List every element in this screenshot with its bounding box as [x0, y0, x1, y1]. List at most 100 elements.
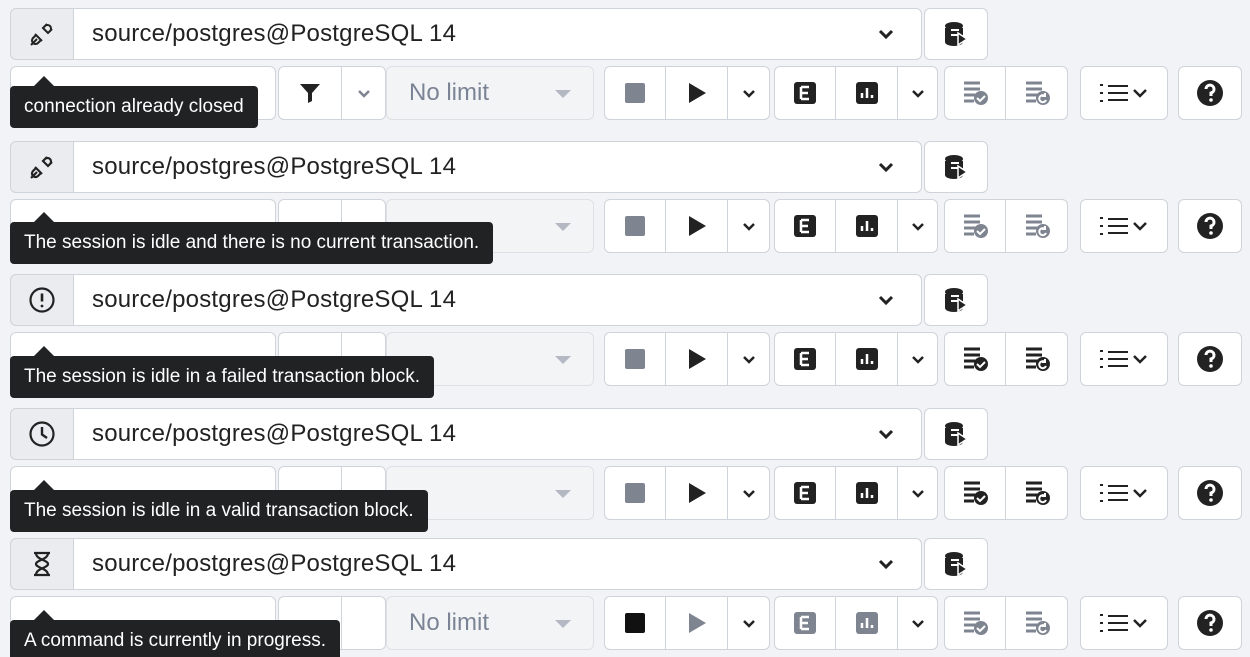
explain-analyze-button[interactable] — [836, 199, 898, 253]
stop-icon — [625, 613, 645, 633]
execute-button[interactable] — [666, 66, 728, 120]
execute-button[interactable] — [666, 596, 728, 650]
execute-button[interactable] — [666, 466, 728, 520]
chart-bar-icon — [855, 482, 878, 504]
filter-dropdown-button[interactable] — [342, 66, 386, 120]
help-icon — [1197, 610, 1223, 636]
explain-analyze-button[interactable] — [836, 466, 898, 520]
disconnected-plug-icon — [30, 23, 53, 46]
explain-options-button[interactable] — [898, 332, 938, 386]
help-button[interactable] — [1178, 332, 1242, 386]
connection-status-button[interactable] — [10, 538, 74, 590]
rollback-button[interactable] — [1006, 466, 1068, 520]
connection-select[interactable]: source/postgres@PostgreSQL 14 — [74, 8, 922, 60]
connection-status-button[interactable] — [10, 141, 74, 193]
stop-button[interactable] — [604, 332, 666, 386]
commit-button[interactable] — [944, 466, 1006, 520]
connection-select[interactable]: source/postgres@PostgreSQL 14 — [74, 408, 922, 460]
connection-select[interactable]: source/postgres@PostgreSQL 14 — [74, 141, 922, 193]
database-arrow-icon — [945, 155, 969, 180]
caret-down-icon — [555, 356, 571, 364]
rollback-button[interactable] — [1006, 596, 1068, 650]
caret-down-icon — [555, 620, 571, 628]
explain-options-button[interactable] — [898, 596, 938, 650]
macros-button[interactable] — [1080, 199, 1168, 253]
query-toolbar-section: source/postgres@PostgreSQL 14 No limit — [0, 0, 1250, 132]
explain-options-button[interactable] — [898, 199, 938, 253]
execute-button[interactable] — [666, 332, 728, 386]
explain-button[interactable] — [774, 596, 836, 650]
connection-select[interactable]: source/postgres@PostgreSQL 14 — [74, 538, 922, 590]
database-check-icon — [964, 347, 988, 371]
chevron-down-icon — [911, 356, 924, 364]
status-tooltip: The session is idle in a valid transacti… — [10, 480, 428, 532]
connection-select[interactable]: source/postgres@PostgreSQL 14 — [74, 274, 922, 326]
explain-options-button[interactable] — [898, 66, 938, 120]
help-button[interactable] — [1178, 596, 1242, 650]
explain-options-button[interactable] — [898, 466, 938, 520]
numbered-list-icon — [1100, 484, 1147, 502]
query-toolbar-section: source/postgres@PostgreSQL 14 No limit — [0, 530, 1250, 657]
explain-analyze-button[interactable] — [836, 66, 898, 120]
commit-button[interactable] — [944, 332, 1006, 386]
query-toolbar-section: source/postgres@PostgreSQL 14 The sessio… — [0, 133, 1250, 265]
row-limit-select[interactable]: No limit — [386, 66, 594, 120]
row-limit-value: No limit — [409, 609, 490, 636]
explain-button[interactable] — [774, 199, 836, 253]
new-connection-button[interactable] — [924, 538, 988, 590]
filter-dropdown-button[interactable] — [342, 596, 386, 650]
explain-analyze-button[interactable] — [836, 596, 898, 650]
execute-options-button[interactable] — [728, 332, 770, 386]
connection-label: source/postgres@PostgreSQL 14 — [92, 286, 457, 313]
explain-button[interactable] — [774, 466, 836, 520]
new-connection-button[interactable] — [924, 274, 988, 326]
row-limit-select[interactable]: No limit — [386, 596, 594, 650]
explain-analyze-button[interactable] — [836, 332, 898, 386]
connection-status-button[interactable] — [10, 8, 74, 60]
connection-status-button[interactable] — [10, 408, 74, 460]
rollback-button[interactable] — [1006, 66, 1068, 120]
macros-button[interactable] — [1080, 466, 1168, 520]
database-check-icon — [964, 81, 988, 105]
commit-button[interactable] — [944, 199, 1006, 253]
execute-options-button[interactable] — [728, 466, 770, 520]
explain-icon — [794, 215, 816, 237]
macros-button[interactable] — [1080, 332, 1168, 386]
stop-button[interactable] — [604, 199, 666, 253]
chart-bar-icon — [855, 612, 878, 634]
execute-button[interactable] — [666, 199, 728, 253]
macros-button[interactable] — [1080, 596, 1168, 650]
new-connection-button[interactable] — [924, 408, 988, 460]
explain-icon — [794, 82, 816, 104]
explain-button[interactable] — [774, 332, 836, 386]
commit-button[interactable] — [944, 66, 1006, 120]
status-tooltip: The session is idle in a failed transact… — [10, 346, 435, 398]
execute-options-button[interactable] — [728, 66, 770, 120]
execute-options-button[interactable] — [728, 596, 770, 650]
caret-down-icon — [555, 490, 571, 498]
macros-button[interactable] — [1080, 66, 1168, 120]
database-check-icon — [964, 611, 988, 635]
filter-button[interactable] — [278, 66, 342, 120]
help-button[interactable] — [1178, 66, 1242, 120]
chevron-down-icon — [742, 490, 755, 498]
execute-options-button[interactable] — [728, 199, 770, 253]
stop-button[interactable] — [604, 466, 666, 520]
help-button[interactable] — [1178, 199, 1242, 253]
rollback-button[interactable] — [1006, 199, 1068, 253]
rollback-button[interactable] — [1006, 332, 1068, 386]
new-connection-button[interactable] — [924, 141, 988, 193]
stop-button[interactable] — [604, 596, 666, 650]
commit-button[interactable] — [944, 596, 1006, 650]
connection-status-button[interactable] — [10, 274, 74, 326]
play-icon — [688, 83, 706, 103]
explain-button[interactable] — [774, 66, 836, 120]
stop-button[interactable] — [604, 66, 666, 120]
help-icon — [1197, 80, 1223, 106]
database-arrow-icon — [945, 22, 969, 47]
chevron-down-icon — [357, 90, 370, 98]
database-arrow-icon — [945, 552, 969, 577]
new-connection-button[interactable] — [924, 8, 988, 60]
help-icon — [1197, 480, 1223, 506]
help-button[interactable] — [1178, 466, 1242, 520]
